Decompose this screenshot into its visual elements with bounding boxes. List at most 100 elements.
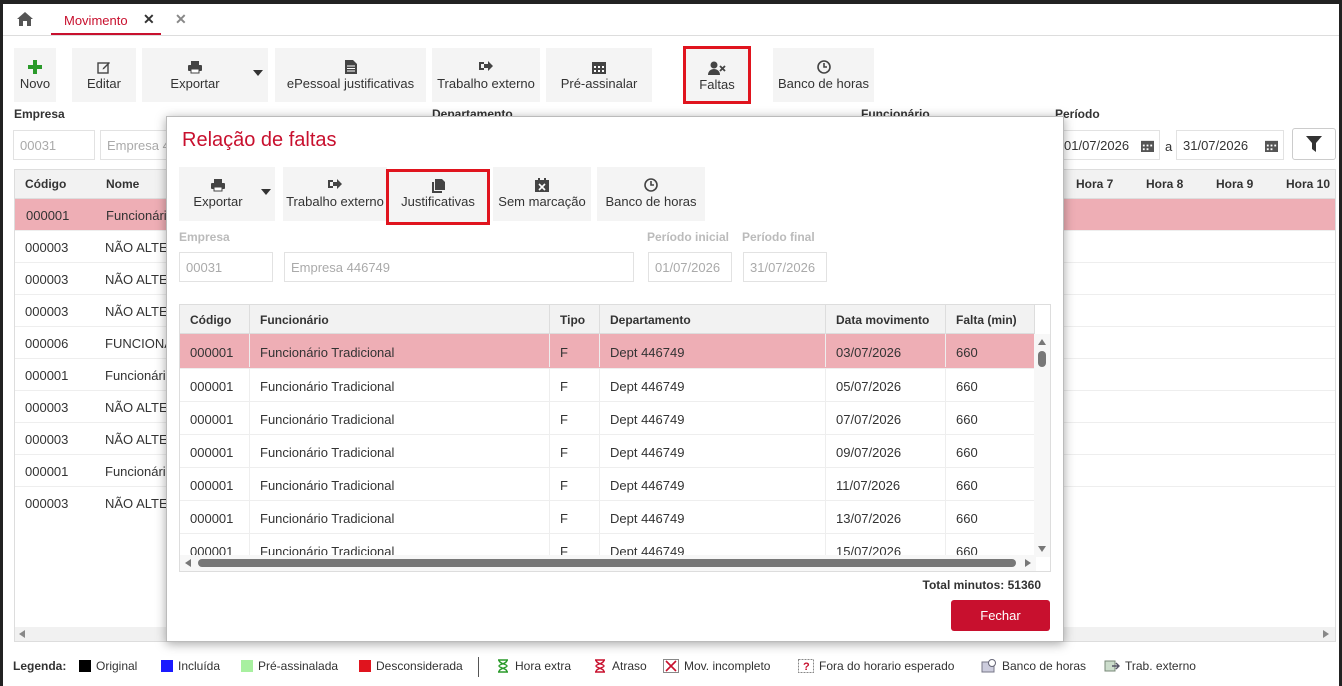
tab-movimento[interactable]: Movimento ✕	[51, 4, 161, 35]
sign-out-icon	[479, 61, 493, 71]
novo-label: Novo	[19, 76, 51, 91]
col-hora-10[interactable]: Hora 10	[1286, 177, 1330, 191]
legend-divider	[478, 657, 479, 677]
cell-codigo: 000003	[25, 240, 69, 255]
table-row[interactable]: 000001 Funcionário Tradicional F Dept 44…	[180, 501, 1035, 534]
col-hora-8[interactable]: Hora 8	[1146, 177, 1183, 191]
cell-codigo: 000001	[25, 464, 69, 479]
home-icon[interactable]	[17, 12, 33, 26]
table-row[interactable]: 000001 Funcionário Tradicional F Dept 44…	[180, 369, 1035, 402]
cell-tipo: F	[550, 402, 600, 435]
periodo-final-input[interactable]: 31/07/2026	[743, 252, 827, 282]
periodo-start-input[interactable]: 01/07/2026	[1055, 130, 1160, 160]
scroll-right-icon[interactable]	[1025, 559, 1031, 567]
col-hora-7[interactable]: Hora 7	[1076, 177, 1113, 191]
pre-assinalar-button[interactable]: Pré-assinalar	[546, 48, 652, 102]
scroll-left-icon[interactable]	[19, 630, 25, 638]
exportar-button[interactable]: Exportar	[142, 48, 248, 102]
cell-tipo: F	[550, 369, 600, 402]
epessoal-justificativas-button[interactable]: ePessoal justificativas	[275, 48, 426, 102]
tab-movimento-label: Movimento	[64, 13, 128, 28]
calendar-icon[interactable]	[1141, 139, 1154, 152]
close-icon[interactable]: ✕	[143, 11, 155, 28]
filter-button[interactable]	[1292, 128, 1336, 160]
document-icon	[344, 60, 357, 74]
modal-justificativas-button[interactable]: Justificativas	[386, 169, 490, 225]
modal-trabalho-externo-button[interactable]: Trabalho externo	[283, 167, 387, 221]
calendar-times-icon	[535, 178, 549, 192]
modal-banco-horas-label: Banco de horas	[605, 194, 697, 209]
faltas-grid: Código Funcionário Tipo Departamento Dat…	[179, 304, 1051, 572]
col-codigo[interactable]: Código	[180, 305, 250, 334]
cell-data: 09/07/2026	[826, 435, 946, 468]
modal-sem-marcacao-button[interactable]: Sem marcação	[493, 167, 591, 221]
scroll-up-icon[interactable]	[1038, 339, 1046, 345]
cell-falta: 660	[946, 468, 1035, 501]
cell-nome: NÃO ALTE	[105, 240, 168, 255]
pre-assinalar-label: Pré-assinalar	[560, 76, 638, 91]
periodo-inicial-input[interactable]: 01/07/2026	[648, 252, 732, 282]
editar-button[interactable]: Editar	[72, 48, 136, 102]
vertical-scroll-thumb[interactable]	[1038, 351, 1046, 367]
empresa-name-input[interactable]: Empresa 4	[100, 130, 170, 160]
epessoal-label: ePessoal justificativas	[286, 76, 415, 91]
cell-departamento: Dept 446749	[600, 402, 826, 435]
copy-icon	[431, 179, 445, 193]
fechar-button[interactable]: Fechar	[951, 600, 1050, 631]
cell-funcionario: Funcionário Tradicional	[250, 501, 550, 534]
pre-assinalada-swatch	[241, 660, 253, 672]
modal-empresa-code-input[interactable]: 00031	[179, 252, 273, 282]
cell-nome: FUNCIONA	[105, 336, 173, 351]
col-nome[interactable]: Nome	[106, 177, 139, 191]
cell-codigo: 000001	[180, 369, 250, 402]
table-row[interactable]: 000001 Funcionário Tradicional F Dept 44…	[180, 334, 1035, 369]
cell-falta: 660	[946, 501, 1035, 534]
close-all-icon[interactable]: ✕	[175, 11, 187, 28]
filter-icon	[1306, 136, 1322, 152]
scroll-right-icon[interactable]	[1323, 630, 1329, 638]
periodo-end-input[interactable]: 31/07/2026	[1176, 130, 1284, 160]
faltas-button[interactable]: Faltas	[683, 46, 751, 104]
table-row[interactable]: 000001 Funcionário Tradicional F Dept 44…	[180, 435, 1035, 468]
cell-nome: Funcionári	[105, 464, 166, 479]
cell-codigo: 000006	[25, 336, 69, 351]
cell-funcionario: Funcionário Tradicional	[250, 334, 550, 367]
col-falta-min[interactable]: Falta (min)	[946, 305, 1035, 334]
scroll-left-icon[interactable]	[185, 559, 191, 567]
cell-data: 07/07/2026	[826, 402, 946, 435]
modal-banco-horas-button[interactable]: Banco de horas	[597, 167, 705, 221]
calendar-icon[interactable]	[1265, 139, 1278, 152]
novo-button[interactable]: Novo	[14, 48, 56, 102]
col-codigo[interactable]: Código	[25, 177, 66, 191]
scroll-down-icon[interactable]	[1038, 546, 1046, 552]
modal-exportar-dropdown[interactable]	[257, 167, 275, 221]
cell-nome: NÃO ALTE	[105, 432, 168, 447]
cell-tipo: F	[550, 468, 600, 501]
legend-original: Original	[79, 659, 137, 673]
trabalho-externo-button[interactable]: Trabalho externo	[432, 48, 540, 102]
horizontal-scroll-thumb[interactable]	[198, 559, 1016, 567]
horizontal-scrollbar[interactable]	[180, 555, 1036, 571]
legend-trab-externo-label: Trab. externo	[1125, 659, 1196, 673]
table-row[interactable]: 000001 Funcionário Tradicional F Dept 44…	[180, 402, 1035, 435]
cell-codigo: 000001	[180, 435, 250, 468]
legend-desconsiderada-label: Desconsiderada	[376, 659, 463, 673]
banco-horas-button[interactable]: Banco de horas	[773, 48, 874, 102]
col-hora-9[interactable]: Hora 9	[1216, 177, 1253, 191]
exportar-dropdown[interactable]	[248, 48, 268, 102]
clock-icon	[644, 178, 658, 192]
legend-atraso: Atraso	[593, 659, 647, 673]
cell-codigo: 000001	[26, 208, 70, 223]
col-departamento[interactable]: Departamento	[600, 305, 826, 334]
legend-title: Legenda:	[13, 659, 67, 673]
col-tipo[interactable]: Tipo	[550, 305, 600, 334]
col-funcionario[interactable]: Funcionário	[250, 305, 550, 334]
table-row[interactable]: 000001 Funcionário Tradicional F Dept 44…	[180, 468, 1035, 501]
relacao-faltas-dialog: Relação de faltas Exportar Trabalho exte…	[166, 116, 1064, 642]
col-data-movimento[interactable]: Data movimento	[826, 305, 946, 334]
vertical-scrollbar[interactable]	[1034, 334, 1050, 557]
modal-exportar-button[interactable]: Exportar	[179, 167, 257, 221]
modal-empresa-name-input[interactable]: Empresa 446749	[284, 252, 634, 282]
empresa-code-input[interactable]: 00031	[13, 130, 95, 160]
periodo-start-value: 01/07/2026	[1064, 138, 1130, 153]
